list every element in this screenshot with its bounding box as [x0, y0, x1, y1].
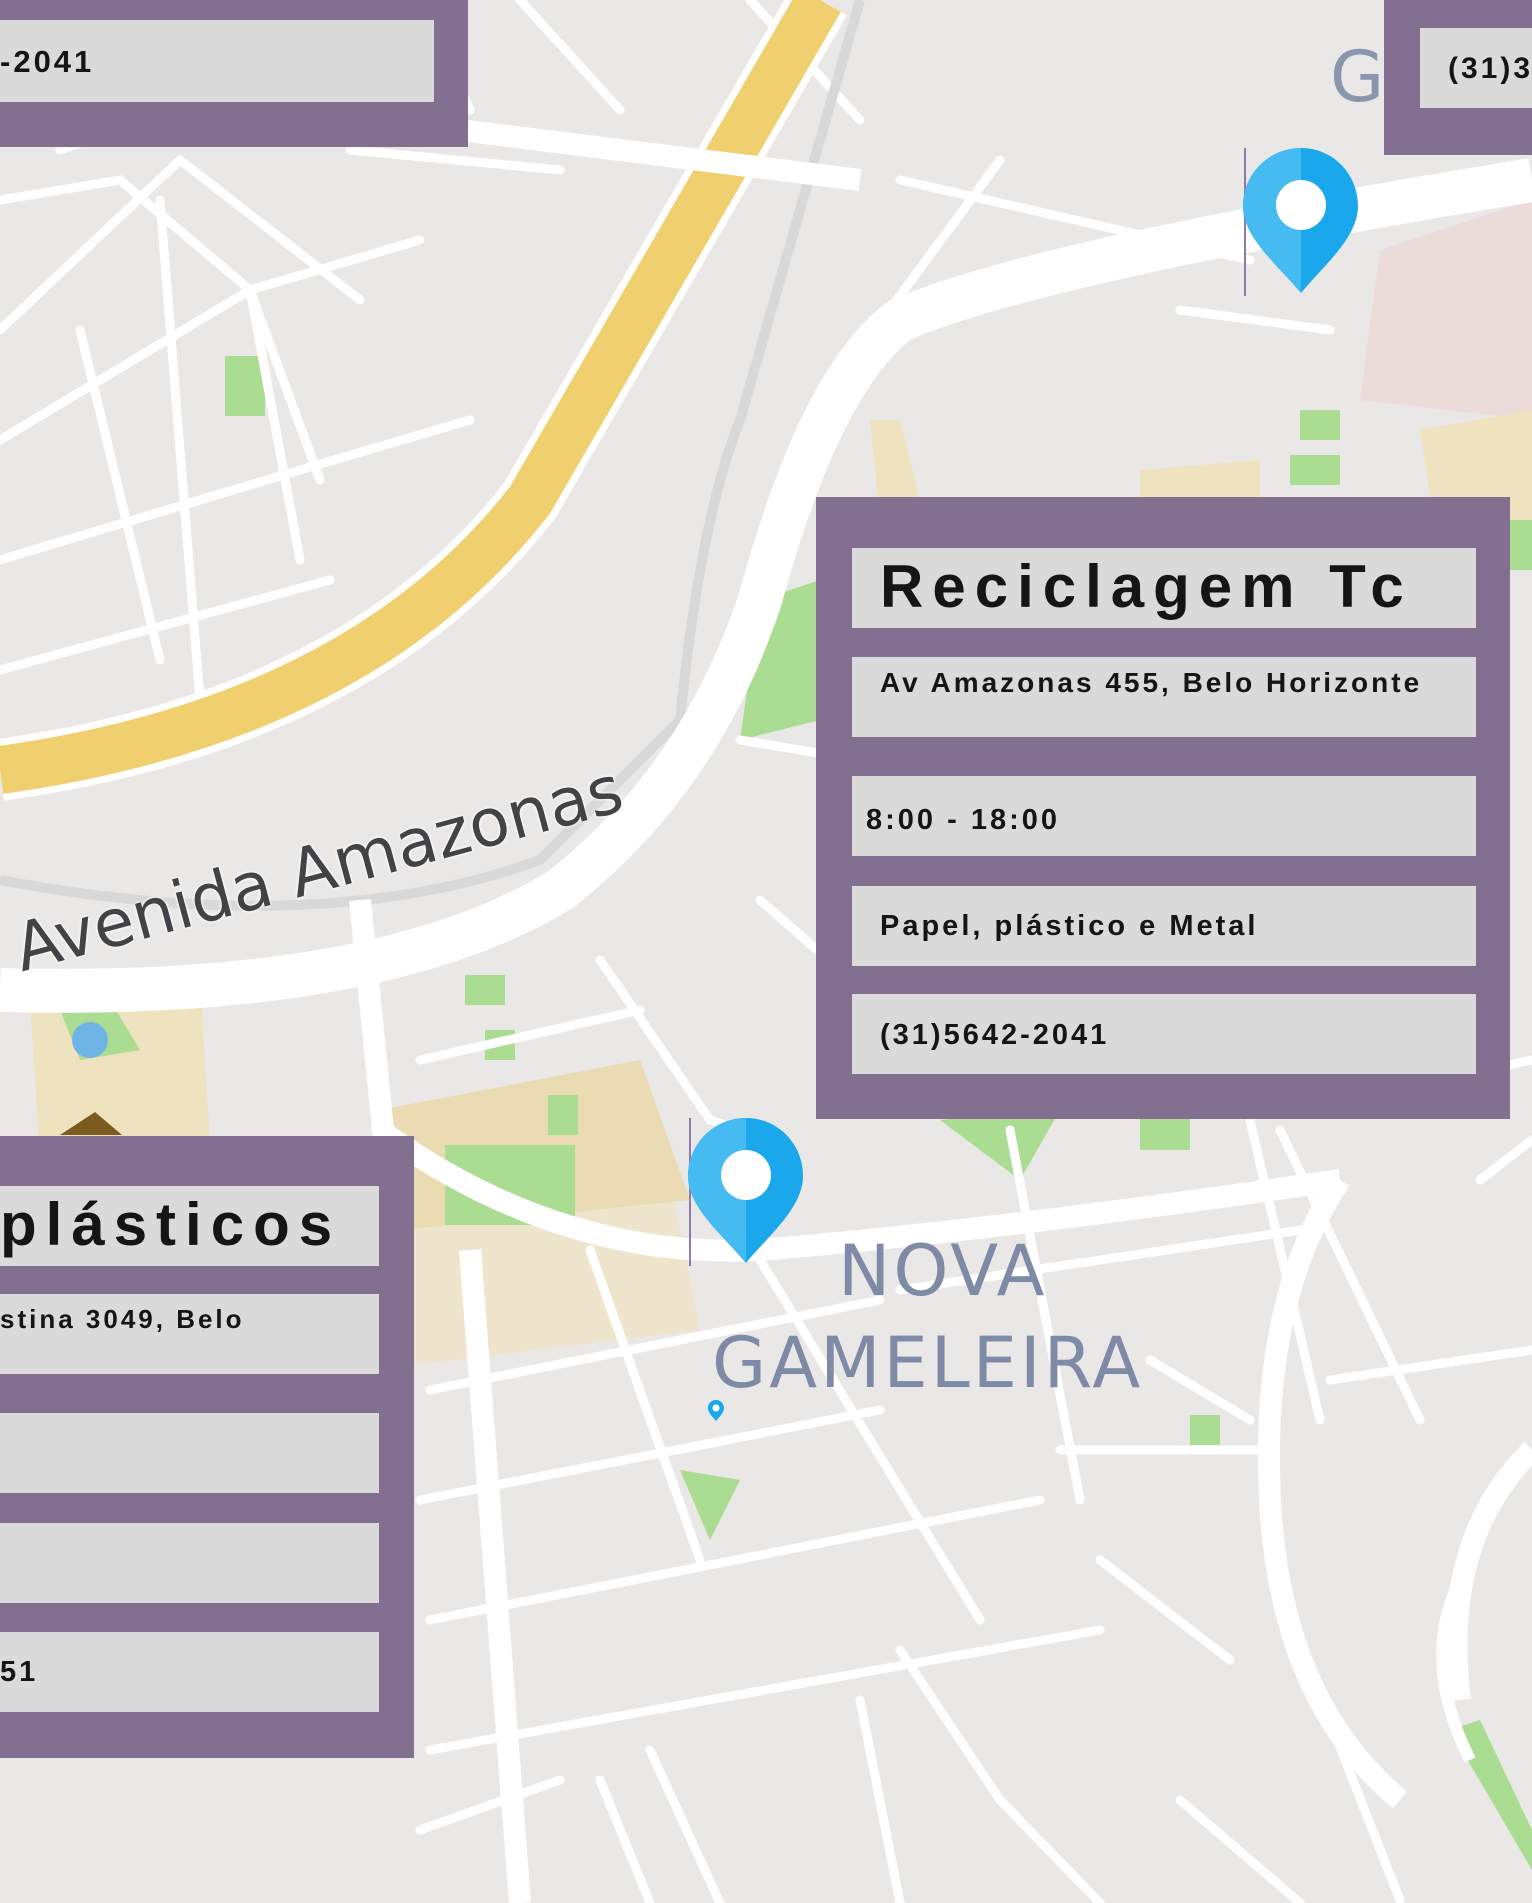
phone-text: -2041	[0, 44, 95, 79]
address-text: Av Amazonas 455, Belo Horizonte	[880, 667, 1423, 698]
phone-text: 51	[0, 1656, 39, 1688]
phone-text: (31)5642-2041	[880, 1019, 1110, 1051]
hours-field: 8:00 - 18:00	[852, 776, 1476, 856]
hours-field	[0, 1413, 379, 1493]
address-text: stina 3049, Belo	[0, 1304, 245, 1334]
info-card-reciclagem-tc[interactable]: Reciclagem Tc Av Amazonas 455, Belo Hori…	[816, 497, 1510, 1119]
phone-field: (31)5642-2041	[852, 994, 1476, 1074]
info-card-left-bottom[interactable]: plásticos stina 3049, Belo 51	[0, 1136, 414, 1758]
phone-field: (31)3	[1420, 28, 1532, 108]
water-feature	[72, 1022, 108, 1058]
address-field: Av Amazonas 455, Belo Horizonte	[852, 657, 1476, 737]
materials-field: Papel, plástico e Metal	[852, 886, 1476, 966]
address-field: stina 3049, Belo	[0, 1294, 379, 1374]
card-title-text: plásticos	[0, 1191, 342, 1258]
phone-field: -2041	[0, 20, 434, 102]
card-title-text: Reciclagem Tc	[880, 553, 1413, 620]
neighborhood-label-line1: NOVA	[838, 1230, 1048, 1312]
materials-text: Papel, plástico e Metal	[880, 910, 1259, 942]
map-label-partial: G	[1330, 36, 1385, 118]
phone-field: 51	[0, 1632, 379, 1712]
neighborhood-label-line2: GAMELEIRA	[712, 1322, 1144, 1404]
hours-text: 8:00 - 18:00	[866, 804, 1060, 836]
info-card-top-right[interactable]: (31)3	[1384, 0, 1532, 155]
card-title: plásticos	[0, 1186, 379, 1266]
info-card-top-left[interactable]: -2041	[0, 0, 468, 147]
phone-text: (31)3	[1448, 52, 1532, 85]
materials-field	[0, 1523, 379, 1603]
card-title: Reciclagem Tc	[852, 548, 1476, 628]
